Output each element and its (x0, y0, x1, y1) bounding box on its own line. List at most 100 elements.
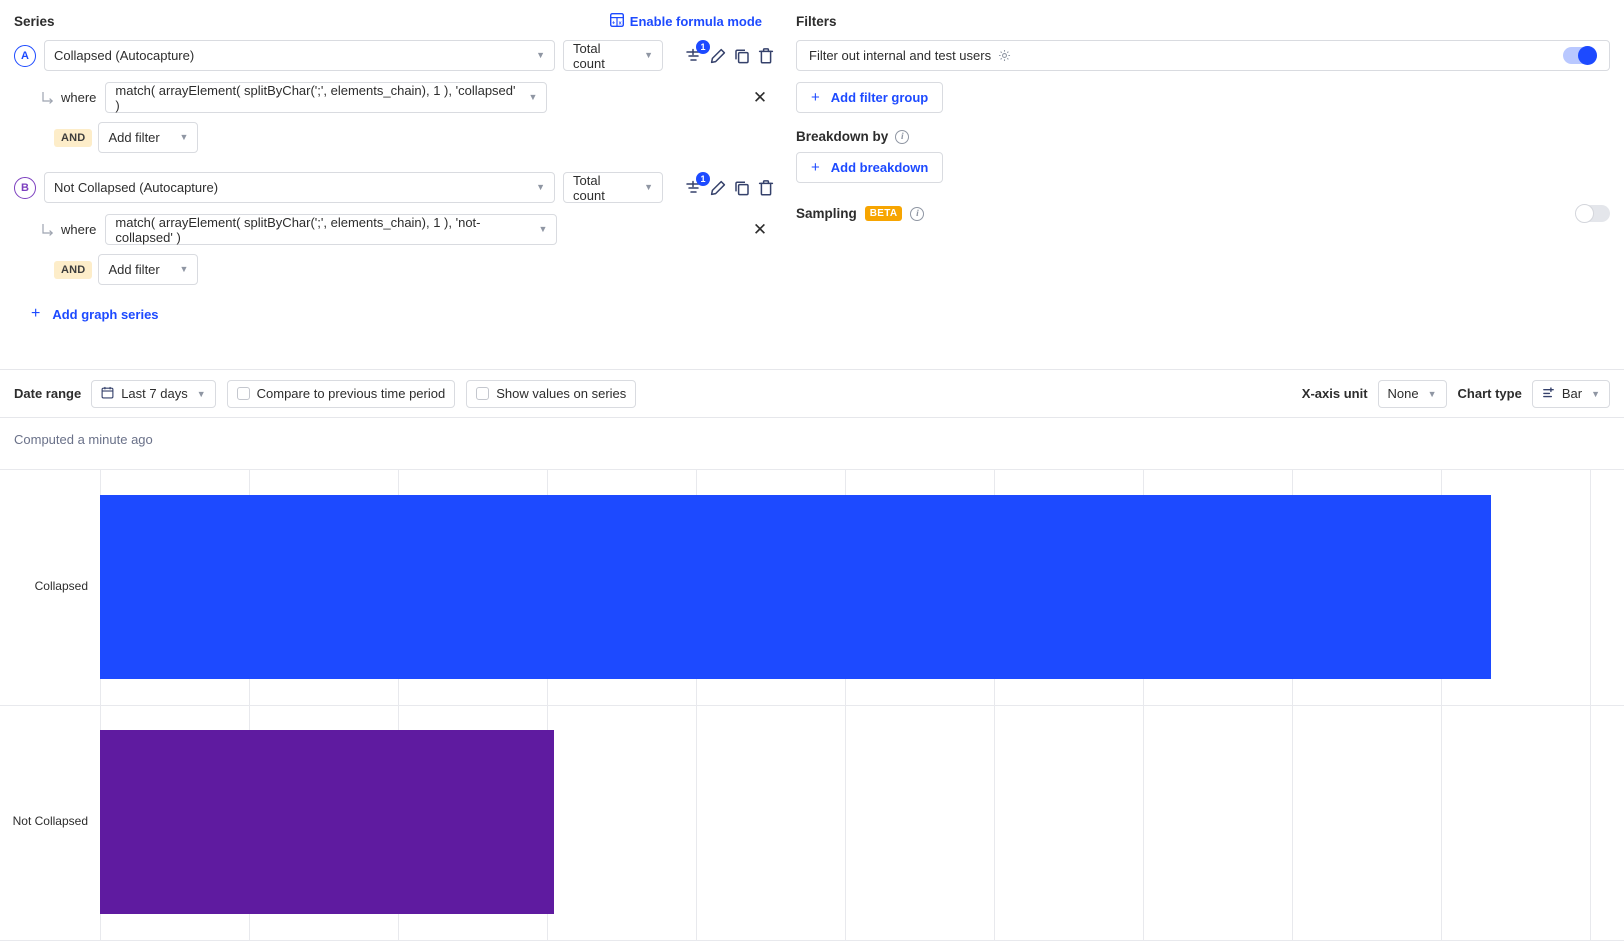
add-filter-group-label: Add filter group (831, 90, 929, 105)
calendar-icon (101, 386, 114, 402)
breakdown-title: Breakdown by (796, 129, 888, 144)
chart-type-value: Bar (1562, 386, 1582, 401)
series-actions-b: 1 (685, 179, 775, 197)
enable-formula-mode-button[interactable]: + x Enable formula mode (610, 13, 762, 30)
chart-bar[interactable] (100, 495, 1491, 679)
internal-users-toggle[interactable] (1563, 47, 1597, 64)
show-values-checkbox[interactable]: Show values on series (466, 380, 636, 408)
info-icon[interactable]: i (895, 130, 909, 144)
chevron-down-icon: ▼ (526, 183, 545, 192)
chart-gridline-horizontal (0, 940, 1624, 941)
where-filter-select-a[interactable]: match( arrayElement( splitByChar(';', el… (105, 82, 547, 113)
delete-trash-icon[interactable] (757, 47, 775, 65)
math-select-a-value: Total count (573, 41, 634, 71)
chart-y-axis-label: Collapsed (35, 579, 88, 593)
chart-type-select[interactable]: Bar ▼ (1532, 380, 1610, 408)
filter-count-badge-a: 1 (696, 40, 710, 54)
filters-column: Filters Filter out internal and test use… (790, 0, 1624, 323)
date-range-select[interactable]: Last 7 days ▼ (91, 380, 215, 408)
where-filter-a-value: match( arrayElement( splitByChar(';', el… (115, 83, 518, 113)
enable-formula-mode-label: Enable formula mode (630, 14, 762, 29)
beta-badge: BETA (865, 206, 903, 221)
event-select-a-value: Collapsed (Autocapture) (54, 48, 194, 63)
sampling-row: Sampling BETA i (796, 205, 1610, 222)
math-select-b-value: Total count (573, 173, 634, 203)
show-values-label: Show values on series (496, 386, 626, 401)
toggle-knob (1578, 46, 1597, 65)
query-editor-panel: Series + x Enable formula mode A Colla (0, 0, 1624, 323)
chevron-down-icon: ▼ (634, 51, 653, 60)
series-row-b: B Not Collapsed (Autocapture) ▼ Total co… (14, 172, 790, 203)
sampling-title: Sampling (796, 206, 857, 221)
chevron-down-icon: ▼ (529, 225, 548, 234)
chart-y-axis-label: Not Collapsed (13, 814, 88, 828)
where-label-b: where (61, 222, 96, 237)
filters-title: Filters (796, 14, 837, 29)
add-filter-select-b[interactable]: Add filter ▼ (98, 254, 198, 285)
duplicate-icon[interactable] (733, 179, 751, 197)
add-filter-group-button[interactable]: + Add filter group (796, 82, 943, 113)
remove-filter-b-button[interactable]: ✕ (752, 221, 768, 238)
where-row-a: where match( arrayElement( splitByChar('… (14, 82, 790, 113)
edit-pencil-icon[interactable] (709, 179, 727, 197)
add-filter-a-label: Add filter (108, 130, 159, 145)
chevron-down-icon: ▼ (1591, 389, 1600, 399)
chevron-down-icon: ▼ (170, 265, 189, 274)
breakdown-header: Breakdown by i (796, 129, 1610, 144)
xaxis-unit-select[interactable]: None ▼ (1378, 380, 1447, 408)
xaxis-unit-label: X-axis unit (1302, 386, 1368, 401)
add-graph-series-label: Add graph series (52, 307, 158, 322)
event-select-a[interactable]: Collapsed (Autocapture) ▼ (44, 40, 555, 71)
internal-users-filter-row: Filter out internal and test users (796, 40, 1610, 71)
series-column: Series + x Enable formula mode A Colla (0, 0, 790, 323)
event-select-b[interactable]: Not Collapsed (Autocapture) ▼ (44, 172, 555, 203)
add-breakdown-button[interactable]: + Add breakdown (796, 152, 943, 183)
math-select-a[interactable]: Total count ▼ (563, 40, 663, 71)
remove-filter-a-button[interactable]: ✕ (752, 89, 768, 106)
where-row-b: where match( arrayElement( splitByChar('… (14, 214, 790, 245)
svg-text:+: + (612, 20, 615, 26)
checkbox-icon (476, 387, 489, 400)
chart-gridline-horizontal (0, 705, 1624, 706)
chart-gridline-horizontal (0, 469, 1624, 470)
checkbox-icon (237, 387, 250, 400)
delete-trash-icon[interactable] (757, 179, 775, 197)
date-range-value: Last 7 days (121, 386, 188, 401)
filters-header: Filters (796, 10, 1610, 32)
and-operator-b[interactable]: AND (54, 261, 92, 279)
formula-icon: + x (610, 13, 624, 30)
info-icon[interactable]: i (910, 207, 924, 221)
chevron-down-icon: ▼ (170, 133, 189, 142)
series-badge-a[interactable]: A (14, 45, 36, 67)
filter-icon[interactable]: 1 (685, 47, 703, 65)
and-row-a: AND Add filter ▼ (14, 122, 790, 153)
series-header: Series + x Enable formula mode (14, 10, 790, 32)
add-graph-series-button[interactable]: + Add graph series (31, 305, 790, 323)
insight-chart: Collapsed Not Collapsed (0, 453, 1624, 940)
math-select-b[interactable]: Total count ▼ (563, 172, 663, 203)
and-operator-a[interactable]: AND (54, 129, 92, 147)
series-row-a: A Collapsed (Autocapture) ▼ Total count … (14, 40, 790, 71)
toggle-knob (1575, 204, 1594, 223)
chevron-down-icon: ▼ (197, 389, 206, 399)
compare-previous-checkbox[interactable]: Compare to previous time period (227, 380, 456, 408)
date-range-label: Date range (14, 386, 81, 401)
chart-bar[interactable] (100, 730, 554, 914)
event-select-b-value: Not Collapsed (Autocapture) (54, 180, 218, 195)
edit-pencil-icon[interactable] (709, 47, 727, 65)
gear-icon[interactable] (998, 49, 1011, 62)
xaxis-unit-value: None (1388, 386, 1419, 401)
filter-count-badge-b: 1 (696, 172, 710, 186)
and-row-b: AND Add filter ▼ (14, 254, 790, 285)
add-breakdown-label: Add breakdown (831, 160, 929, 175)
add-filter-select-a[interactable]: Add filter ▼ (98, 122, 198, 153)
sampling-toggle[interactable] (1576, 205, 1610, 222)
computed-status: Computed a minute ago (0, 418, 1624, 447)
chart-type-label: Chart type (1458, 386, 1522, 401)
series-actions-a: 1 (685, 47, 775, 65)
series-badge-b[interactable]: B (14, 177, 36, 199)
duplicate-icon[interactable] (733, 47, 751, 65)
filter-icon[interactable]: 1 (685, 179, 703, 197)
where-filter-select-b[interactable]: match( arrayElement( splitByChar(';', el… (105, 214, 557, 245)
compare-previous-label: Compare to previous time period (257, 386, 446, 401)
